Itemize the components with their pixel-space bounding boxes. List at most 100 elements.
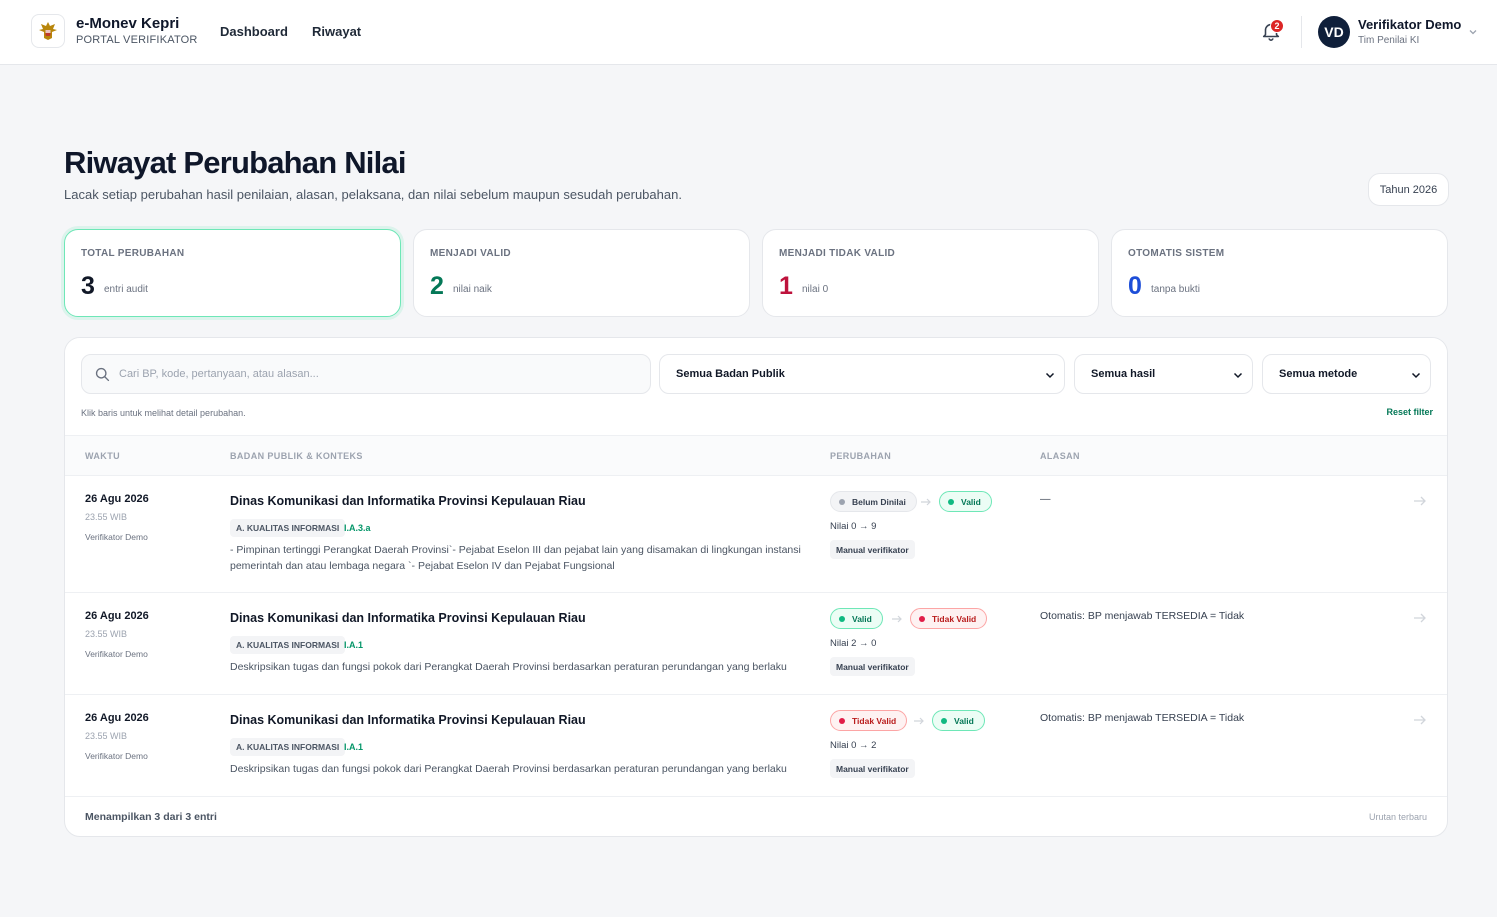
page-subtitle: Lacak setiap perubahan hasil penilaian, … <box>64 187 682 202</box>
stat-label: TOTAL PERUBAHAN <box>81 248 185 259</box>
status-dot <box>919 615 925 622</box>
stat-value: 2 <box>430 272 444 300</box>
stat-card-valid[interactable]: MENJADI VALID 2 nilai naik <box>413 229 750 317</box>
column-header-waktu: WAKTU <box>85 451 120 461</box>
brand-name: e-Monev Kepri <box>76 15 180 32</box>
chevron-down-icon <box>1045 372 1055 379</box>
brand-subtitle: PORTAL VERIFIKATOR <box>76 34 198 46</box>
table-row[interactable]: 26 Agu 2026 23.55 WIB Verifikator Demo D… <box>65 593 1447 695</box>
filter-bar: Cari BP, kode, pertanyaan, atau alasan..… <box>65 338 1447 436</box>
chevron-down-icon[interactable] <box>1468 27 1478 37</box>
status-from: Belum Dinilai <box>852 496 906 507</box>
arrow-right-icon <box>914 717 924 725</box>
entry-count: Menampilkan 3 dari 3 entri <box>85 811 217 823</box>
stat-card-otomatis[interactable]: OTOMATIS SISTEM 0 tanpa bukti <box>1111 229 1448 317</box>
table-row[interactable]: 26 Agu 2026 23.55 WIB Verifikator Demo D… <box>65 476 1447 593</box>
question-code: I.A.1 <box>344 742 364 752</box>
stat-note: tanpa bukti <box>1151 284 1200 295</box>
category-tag: A. KUALITAS INFORMASI <box>230 738 346 756</box>
row-actor: Verifikator Demo <box>85 751 148 761</box>
row-reason: Otomatis: BP menjawab TERSEDIA = Tidak <box>1040 712 1245 724</box>
status-dot <box>948 498 954 505</box>
method-tag: Manual verifikator <box>830 759 915 778</box>
divider <box>1301 16 1302 48</box>
select-value: Semua metode <box>1279 368 1358 380</box>
status-to-pill: Tidak Valid <box>910 608 988 629</box>
stat-value: 1 <box>779 272 793 300</box>
method-tag: Manual verifikator <box>830 540 915 559</box>
score-change: Nilai 0 → 2 <box>830 740 877 751</box>
chevron-down-icon <box>1233 372 1243 379</box>
question-text: Deskripsikan tugas dan fungsi pokok dari… <box>230 661 787 673</box>
score-change: Nilai 0 → 9 <box>830 521 877 532</box>
row-date: 26 Agu 2026 <box>85 610 149 622</box>
row-time: 23.55 WIB <box>85 731 128 741</box>
chevron-down-icon <box>1411 372 1421 379</box>
user-role: Tim Penilai KI <box>1358 35 1420 46</box>
score-change: Nilai 2 → 0 <box>830 638 877 649</box>
user-avatar[interactable]: VD <box>1318 16 1350 48</box>
stat-value: 0 <box>1128 272 1142 300</box>
table-row[interactable]: 26 Agu 2026 23.55 WIB Verifikator Demo D… <box>65 695 1447 797</box>
badan-publik-select[interactable]: Semua Badan Publik <box>659 354 1065 394</box>
table-header: WAKTU BADAN PUBLIK & KONTEKS PERUBAHAN A… <box>65 436 1447 476</box>
stat-value: 3 <box>81 272 95 300</box>
status-dot <box>839 498 845 505</box>
row-actor: Verifikator Demo <box>85 532 148 542</box>
stat-card-tidak-valid[interactable]: MENJADI TIDAK VALID 1 nilai 0 <box>762 229 1099 317</box>
question-code: I.A.3.a <box>344 523 371 533</box>
status-to-pill: Valid <box>932 710 985 731</box>
arrow-right-icon <box>892 615 902 623</box>
filter-hint: Klik baris untuk melihat detail perubaha… <box>81 408 246 418</box>
question-code: I.A.1 <box>344 640 364 650</box>
status-from-pill: Belum Dinilai <box>830 491 917 512</box>
row-org: Dinas Komunikasi dan Informatika Provins… <box>230 713 586 727</box>
status-dot <box>941 717 947 724</box>
user-name[interactable]: Verifikator Demo <box>1358 17 1461 32</box>
status-from: Tidak Valid <box>852 715 897 726</box>
column-header-perubahan: PERUBAHAN <box>830 451 892 461</box>
hasil-select[interactable]: Semua hasil <box>1074 354 1253 394</box>
category-tag: A. KUALITAS INFORMASI <box>230 636 346 654</box>
metode-select[interactable]: Semua metode <box>1262 354 1431 394</box>
status-to: Valid <box>954 715 974 726</box>
column-header-alasan: ALASAN <box>1040 451 1080 461</box>
status-from: Valid <box>852 613 872 624</box>
garuda-logo[interactable] <box>31 14 65 48</box>
arrow-right-icon <box>921 498 931 506</box>
stat-card-total[interactable]: TOTAL PERUBAHAN 3 entri audit <box>64 229 401 317</box>
row-time: 23.55 WIB <box>85 512 128 522</box>
status-dot <box>839 615 845 622</box>
nav-riwayat[interactable]: Riwayat <box>312 24 361 39</box>
question-text: - Pimpinan tertinggi Perangkat Daerah Pr… <box>230 544 801 572</box>
status-to: Valid <box>961 496 981 507</box>
row-org: Dinas Komunikasi dan Informatika Provins… <box>230 611 586 625</box>
reset-filter-link[interactable]: Reset filter <box>1386 407 1433 417</box>
column-header-badan-publik: BADAN PUBLIK & KONTEKS <box>230 451 363 461</box>
stat-note: nilai naik <box>453 284 492 295</box>
status-to: Tidak Valid <box>932 613 977 624</box>
stat-label: MENJADI VALID <box>430 248 511 259</box>
select-value: Semua Badan Publik <box>676 368 785 380</box>
method-tag: Manual verifikator <box>830 657 915 676</box>
row-reason: Otomatis: BP menjawab TERSEDIA = Tidak <box>1040 610 1245 622</box>
arrow-right-icon[interactable] <box>1413 714 1427 726</box>
status-from-pill: Valid <box>830 608 883 629</box>
search-input[interactable]: Cari BP, kode, pertanyaan, atau alasan..… <box>81 354 651 394</box>
nav-dashboard[interactable]: Dashboard <box>220 24 288 39</box>
category-tag: A. KUALITAS INFORMASI <box>230 519 346 537</box>
year-button[interactable]: Tahun 2026 <box>1368 173 1449 206</box>
row-reason: — <box>1040 493 1051 505</box>
arrow-right-icon[interactable] <box>1413 495 1427 507</box>
stat-label: OTOMATIS SISTEM <box>1128 248 1225 259</box>
page-title: Riwayat Perubahan Nilai <box>64 145 406 180</box>
row-time: 23.55 WIB <box>85 629 128 639</box>
select-value: Semua hasil <box>1091 368 1156 380</box>
stat-note: entri audit <box>104 284 148 295</box>
row-date: 26 Agu 2026 <box>85 493 149 505</box>
arrow-right-icon[interactable] <box>1413 612 1427 624</box>
stat-note: nilai 0 <box>802 284 829 295</box>
status-dot <box>839 717 845 724</box>
history-card: Cari BP, kode, pertanyaan, atau alasan..… <box>64 337 1448 837</box>
row-org: Dinas Komunikasi dan Informatika Provins… <box>230 494 586 508</box>
